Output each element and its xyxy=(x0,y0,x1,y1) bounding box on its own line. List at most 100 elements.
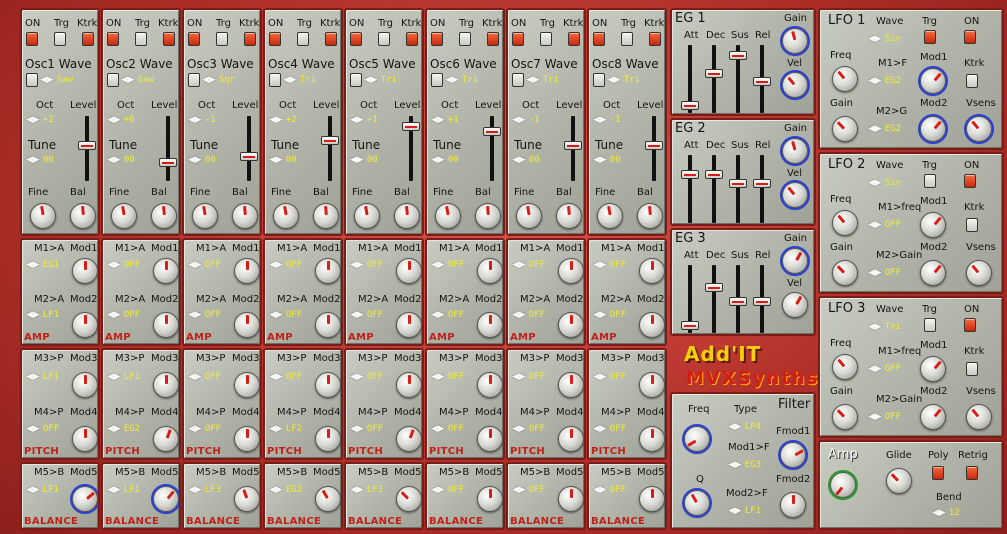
eg1-rel-fader-cap[interactable] xyxy=(753,77,771,87)
balance2-mod5-knob[interactable] xyxy=(151,484,179,514)
pitch4-mod3-knob[interactable] xyxy=(315,372,341,398)
pitch4-mod4-knob[interactable] xyxy=(315,426,341,452)
osc3-level-fader-cap[interactable] xyxy=(240,152,258,162)
pitch2-m4-select[interactable]: ◀▶ EG2 xyxy=(107,422,140,436)
eg3-sus-fader-cap[interactable] xyxy=(729,297,747,307)
eg2-att-fader[interactable] xyxy=(688,155,692,223)
pitch6-m3-select[interactable]: ◀▶ OFF xyxy=(431,370,464,384)
filter-q-knob[interactable] xyxy=(682,488,712,518)
amp5-m2-select[interactable]: ◀▶ OFF xyxy=(350,308,383,322)
arrow-left-right-icon[interactable]: ◀▶ xyxy=(283,75,297,85)
osc3-tune-select[interactable]: ◀▶ 00 xyxy=(188,153,216,167)
osc8-wave-button[interactable] xyxy=(593,73,605,87)
pitch7-mod3-knob[interactable] xyxy=(558,372,584,398)
arrow-left-right-icon[interactable]: ◀▶ xyxy=(445,75,459,85)
arrow-left-right-icon[interactable]: ◀▶ xyxy=(350,115,364,125)
pitch1-m3-select[interactable]: ◀▶ LF1 xyxy=(26,370,59,384)
arrow-left-right-icon[interactable]: ◀▶ xyxy=(512,485,526,495)
arrow-left-right-icon[interactable]: ◀▶ xyxy=(932,508,946,518)
lfo3-mod2-knob[interactable] xyxy=(920,404,946,430)
osc8-wave-select[interactable]: ◀▶ Tri xyxy=(607,73,640,87)
osc3-level-fader[interactable] xyxy=(247,116,251,181)
osc6-on-toggle[interactable] xyxy=(431,32,443,46)
arrow-left-right-icon[interactable]: ◀▶ xyxy=(868,124,882,134)
osc5-fine-knob[interactable] xyxy=(354,203,380,229)
arrow-left-right-icon[interactable]: ◀▶ xyxy=(868,364,882,374)
amp6-m1-select[interactable]: ◀▶ OFF xyxy=(431,258,464,272)
amp6-mod1-knob[interactable] xyxy=(477,258,503,284)
amp4-m1-select[interactable]: ◀▶ OFF xyxy=(269,258,302,272)
eg1-dec-fader-cap[interactable] xyxy=(705,68,723,78)
arrow-left-right-icon[interactable]: ◀▶ xyxy=(868,76,882,86)
arrow-left-right-icon[interactable]: ◀▶ xyxy=(269,485,283,495)
pitch5-mod3-knob[interactable] xyxy=(396,372,422,398)
arrow-left-right-icon[interactable]: ◀▶ xyxy=(188,155,202,165)
eg2-rel-fader[interactable] xyxy=(760,155,764,223)
arrow-left-right-icon[interactable]: ◀▶ xyxy=(350,310,364,320)
arrow-left-right-icon[interactable]: ◀▶ xyxy=(431,155,445,165)
arrow-left-right-icon[interactable]: ◀▶ xyxy=(269,260,283,270)
lfo3-m2-select[interactable]: ◀▶ OFF xyxy=(868,410,901,424)
balance8-mod5-knob[interactable] xyxy=(639,486,665,512)
pitch1-mod3-knob[interactable] xyxy=(72,372,98,398)
osc7-tune-select[interactable]: ◀▶ 00 xyxy=(512,153,540,167)
pitch3-m3-select[interactable]: ◀▶ OFF xyxy=(188,370,221,384)
osc6-level-fader-cap[interactable] xyxy=(483,127,501,137)
eg2-vel-knob[interactable] xyxy=(780,180,810,210)
lfo3-trg-toggle[interactable] xyxy=(924,318,936,332)
arrow-left-right-icon[interactable]: ◀▶ xyxy=(269,310,283,320)
filter-mod1f-select[interactable]: ◀▶ EG3 xyxy=(728,458,761,472)
lfo3-wave-select[interactable]: ◀▶ Tri xyxy=(868,320,901,334)
eg1-dec-fader[interactable] xyxy=(712,45,716,113)
eg3-att-fader-cap[interactable] xyxy=(681,321,699,331)
balance6-mod5-knob[interactable] xyxy=(477,486,503,512)
pitch3-mod4-knob[interactable] xyxy=(234,426,260,452)
osc1-trg-toggle[interactable] xyxy=(54,32,66,46)
amp8-mod2-knob[interactable] xyxy=(639,312,665,338)
filter-type-select[interactable]: ◀▶ LP4 xyxy=(728,420,761,434)
arrow-left-right-icon[interactable]: ◀▶ xyxy=(188,260,202,270)
osc7-trg-toggle[interactable] xyxy=(540,32,552,46)
osc1-wave-button[interactable] xyxy=(26,73,38,87)
osc3-oct-select[interactable]: ◀▶ -1 xyxy=(188,113,216,127)
balance2-m5-select[interactable]: ◀▶ LF1 xyxy=(107,483,140,497)
osc3-bal-knob[interactable] xyxy=(232,203,258,229)
arrow-left-right-icon[interactable]: ◀▶ xyxy=(26,260,40,270)
eg2-sus-fader[interactable] xyxy=(736,155,740,223)
lfo3-vsens-knob[interactable] xyxy=(966,404,992,430)
arrow-left-right-icon[interactable]: ◀▶ xyxy=(26,310,40,320)
arrow-left-right-icon[interactable]: ◀▶ xyxy=(269,424,283,434)
osc5-trg-toggle[interactable] xyxy=(378,32,390,46)
osc2-bal-knob[interactable] xyxy=(151,203,177,229)
lfo3-ktrk-toggle[interactable] xyxy=(966,362,978,376)
eg3-dec-fader[interactable] xyxy=(712,265,716,333)
osc7-fine-knob[interactable] xyxy=(516,203,542,229)
amp6-m2-select[interactable]: ◀▶ OFF xyxy=(431,308,464,322)
balance7-m5-select[interactable]: ◀▶ OFF xyxy=(512,483,545,497)
osc1-on-toggle[interactable] xyxy=(26,32,38,46)
osc2-wave-button[interactable] xyxy=(107,73,119,87)
amp3-mod2-knob[interactable] xyxy=(234,312,260,338)
osc1-level-fader-cap[interactable] xyxy=(78,141,96,151)
arrow-left-right-icon[interactable]: ◀▶ xyxy=(364,75,378,85)
pitch6-m4-select[interactable]: ◀▶ OFF xyxy=(431,422,464,436)
pitch6-mod3-knob[interactable] xyxy=(477,372,503,398)
lfo1-freq-knob[interactable] xyxy=(832,66,858,92)
osc3-ktrk-toggle[interactable] xyxy=(244,32,256,46)
amp-bend-select[interactable]: ◀▶ 12 xyxy=(932,506,960,520)
lfo2-vsens-knob[interactable] xyxy=(966,260,992,286)
eg2-dec-fader[interactable] xyxy=(712,155,716,223)
balance7-mod5-knob[interactable] xyxy=(558,486,584,512)
osc4-ktrk-toggle[interactable] xyxy=(325,32,337,46)
osc4-tune-select[interactable]: ◀▶ 00 xyxy=(269,153,297,167)
arrow-left-right-icon[interactable]: ◀▶ xyxy=(431,115,445,125)
osc8-bal-knob[interactable] xyxy=(637,203,663,229)
osc2-ktrk-toggle[interactable] xyxy=(163,32,175,46)
arrow-left-right-icon[interactable]: ◀▶ xyxy=(868,178,882,188)
lfo2-freq-knob[interactable] xyxy=(832,210,858,236)
lfo1-trg-toggle[interactable] xyxy=(924,30,936,44)
amp-poly-toggle[interactable] xyxy=(932,466,944,480)
lfo1-mod1-knob[interactable] xyxy=(918,66,948,96)
amp3-m1-select[interactable]: ◀▶ OFF xyxy=(188,258,221,272)
pitch7-m3-select[interactable]: ◀▶ OFF xyxy=(512,370,545,384)
